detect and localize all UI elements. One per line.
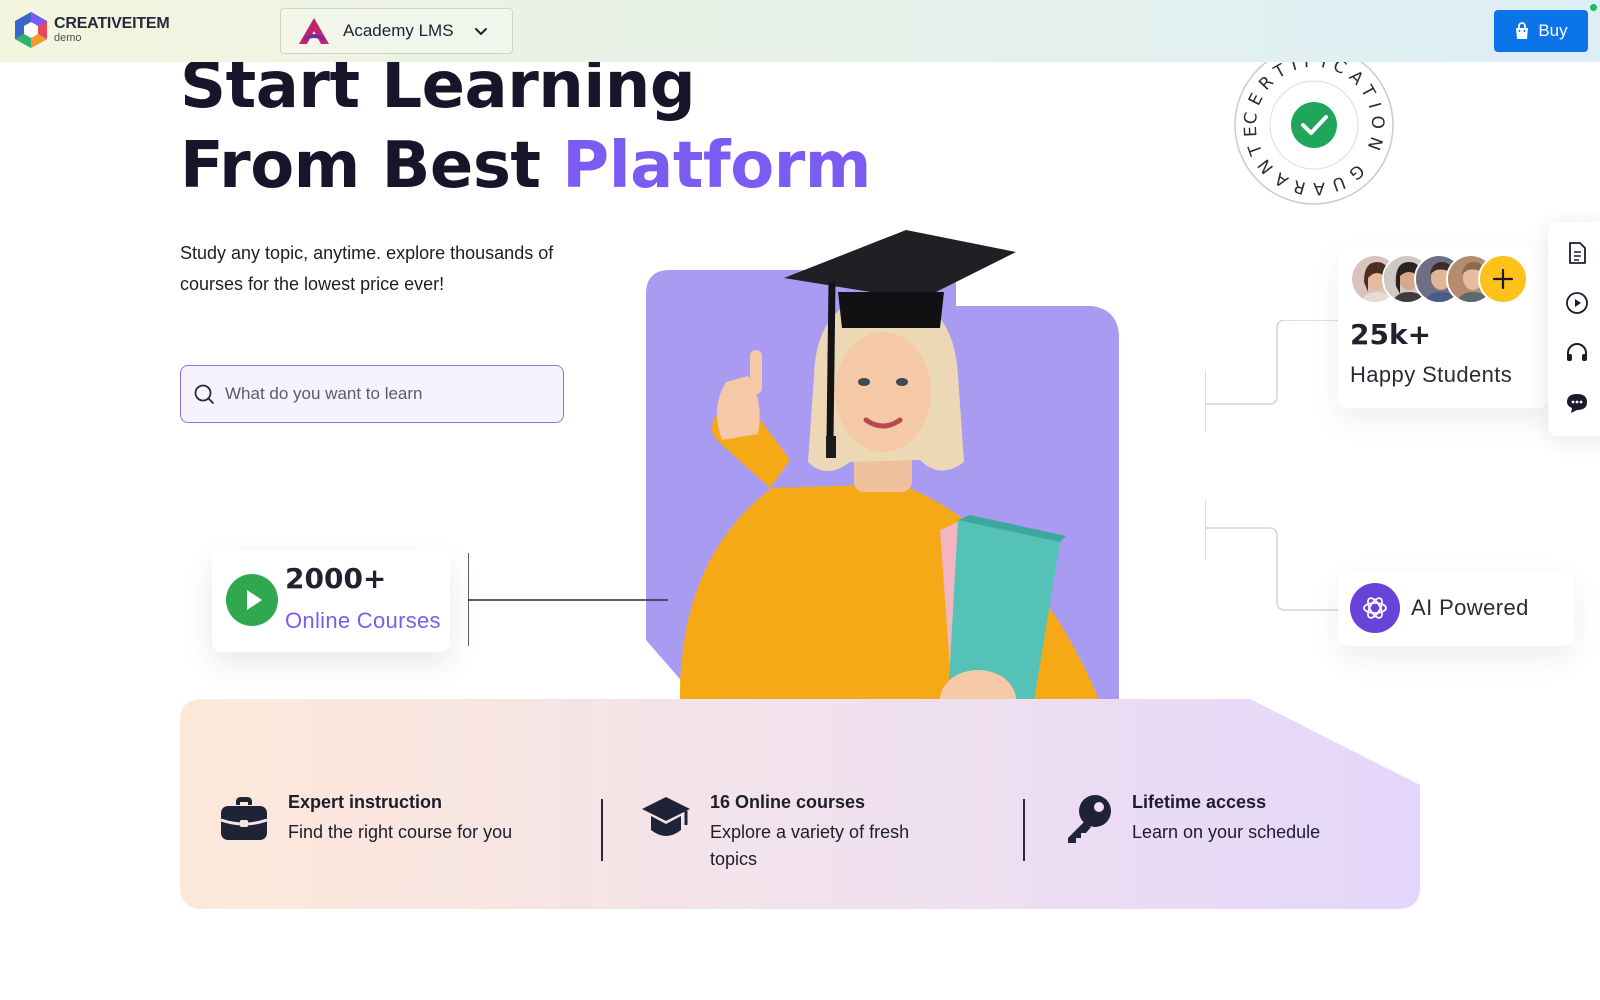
document-icon[interactable] [1564,240,1590,266]
buy-button-label: Buy [1538,21,1568,40]
connector-line-left [468,553,668,646]
feature-lifetime-access: Lifetime access Learn on your schedule [1062,792,1320,846]
feature-divider [601,799,603,861]
product-name: Academy LMS [343,21,454,40]
student-hero-image [646,230,1119,762]
brand-subtitle: demo [54,32,82,44]
search-icon [194,384,214,404]
online-courses-card: 2000+ Online Courses [212,550,450,652]
academy-logo-icon [299,18,329,44]
feature-title: 16 Online courses [710,792,866,812]
chevron-down-icon [475,28,487,35]
hero-title-accent: Platform [562,129,871,203]
hero-description: Study any topic, anytime. explore thousa… [180,243,554,294]
product-selector[interactable]: Academy LMS [280,8,513,54]
floating-side-toolbar [1548,222,1600,436]
feature-title: Expert instruction [288,792,443,812]
briefcase-icon [220,797,268,840]
feature-expert-instruction: Expert instruction Find the right course… [218,792,512,846]
play-circle-icon[interactable] [1564,290,1590,316]
headset-icon[interactable] [1564,340,1590,366]
ai-knot-icon [1350,583,1400,633]
student-avatars [1350,254,1528,304]
feature-description: Find the right course for you [288,822,513,842]
landing-page: CREATIVEITEM demo Academy LMS Buy Start … [0,0,1600,1000]
creativeitem-logo[interactable]: CREATIVEITEM demo [12,10,170,50]
ai-powered-label: AI Powered [1411,595,1529,620]
feature-description: Explore a variety of fresh topics [710,822,910,869]
hexagon-logo-icon [15,12,47,48]
courses-count: 2000+ [285,562,387,595]
search-input[interactable] [225,384,545,404]
status-dot [1590,4,1597,11]
students-count: 25k+ [1350,318,1432,351]
feature-title: Lifetime access [1132,792,1267,812]
add-avatar-button[interactable] [1478,254,1528,304]
key-icon [1068,795,1111,843]
shopping-bag-icon [1516,22,1529,39]
feature-description: Learn on your schedule [1132,822,1321,842]
course-search[interactable] [180,365,564,423]
happy-students-card: 25k+ Happy Students [1338,248,1548,408]
brand-name: CREATIVEITEM [54,15,170,32]
hero-title: Start Learning From Best Platform [180,46,871,206]
courses-label: Online Courses [285,608,441,633]
check-circle-icon [1291,102,1337,148]
students-label: Happy Students [1350,362,1513,387]
certification-badge: CERTIFICATION GUARANTEE [1233,44,1394,205]
hero-title-line2: From Best [180,129,563,203]
connector-lines-right [1205,320,1345,611]
graduation-cap-icon [642,797,690,836]
features-band: Expert instruction Find the right course… [180,699,1420,909]
play-icon [226,574,278,626]
chat-icon[interactable] [1564,390,1590,416]
ai-powered-card: AI Powered [1338,570,1574,646]
feature-divider [1023,799,1025,861]
feature-online-courses: 16 Online courses Explore a variety of f… [640,792,970,873]
demo-topbar: CREATIVEITEM demo Academy LMS Buy [0,0,1600,62]
plus-icon [1492,268,1514,290]
buy-button[interactable]: Buy [1494,10,1588,52]
